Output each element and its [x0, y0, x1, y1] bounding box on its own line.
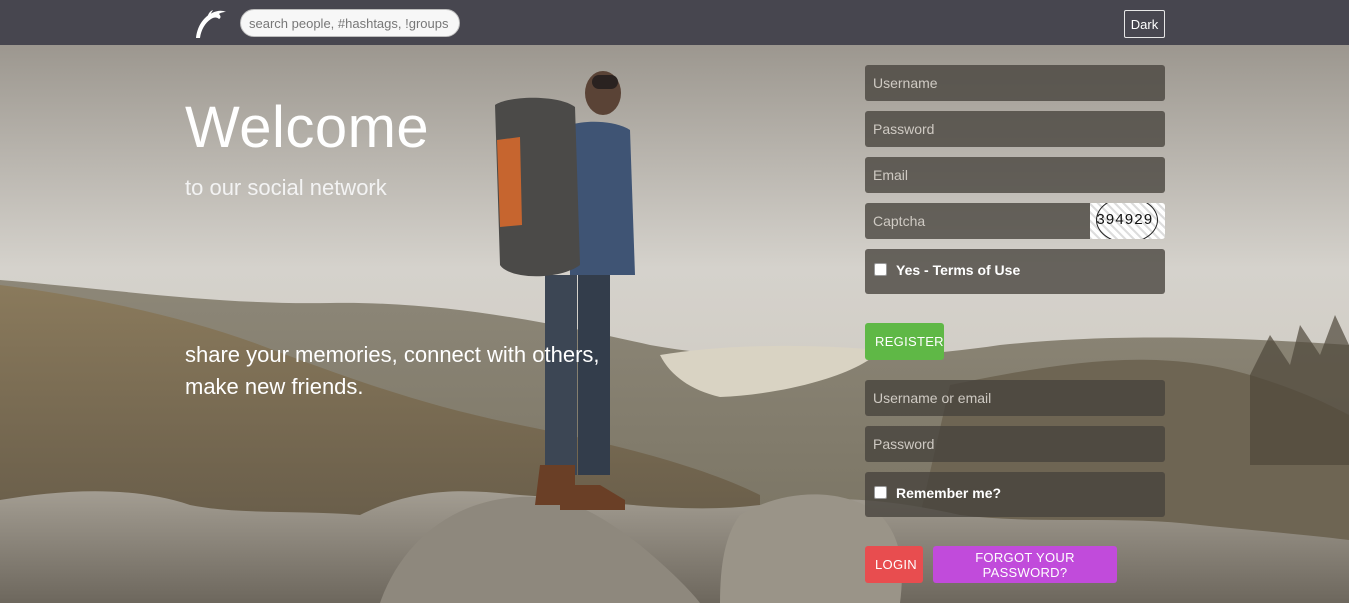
dolphin-logo-icon[interactable] [190, 4, 228, 42]
forgot-password-button[interactable]: FORGOT YOUR PASSWORD? [933, 546, 1117, 583]
register-email-input[interactable] [865, 157, 1165, 193]
remember-checkbox[interactable] [874, 486, 887, 499]
top-navbar: Dark [0, 0, 1349, 46]
terms-checkbox[interactable] [874, 263, 887, 276]
remember-row[interactable]: Remember me? [865, 472, 1165, 517]
login-password-input[interactable] [865, 426, 1165, 462]
welcome-subtitle: to our social network [185, 175, 387, 200]
login-button[interactable]: LOGIN [865, 546, 923, 583]
search-input[interactable] [240, 9, 460, 37]
terms-label[interactable]: Yes - Terms of Use [896, 262, 1020, 278]
register-password-input[interactable] [865, 111, 1165, 147]
login-username-input[interactable] [865, 380, 1165, 416]
register-button[interactable]: REGISTER [865, 323, 944, 360]
tagline-line-2: make new friends. [185, 374, 364, 399]
welcome-tagline: share your memories, connect with others… [185, 339, 655, 403]
welcome-title: Welcome [185, 95, 430, 160]
captcha-image: 394929 [1090, 203, 1165, 239]
captcha-input[interactable] [865, 203, 1090, 239]
captcha-code: 394929 [1096, 212, 1154, 229]
tagline-line-1: share your memories, connect with others… [185, 342, 600, 367]
terms-row[interactable]: Yes - Terms of Use [865, 249, 1165, 294]
dark-theme-button[interactable]: Dark [1124, 10, 1165, 38]
register-username-input[interactable] [865, 65, 1165, 101]
remember-label[interactable]: Remember me? [896, 485, 1001, 501]
